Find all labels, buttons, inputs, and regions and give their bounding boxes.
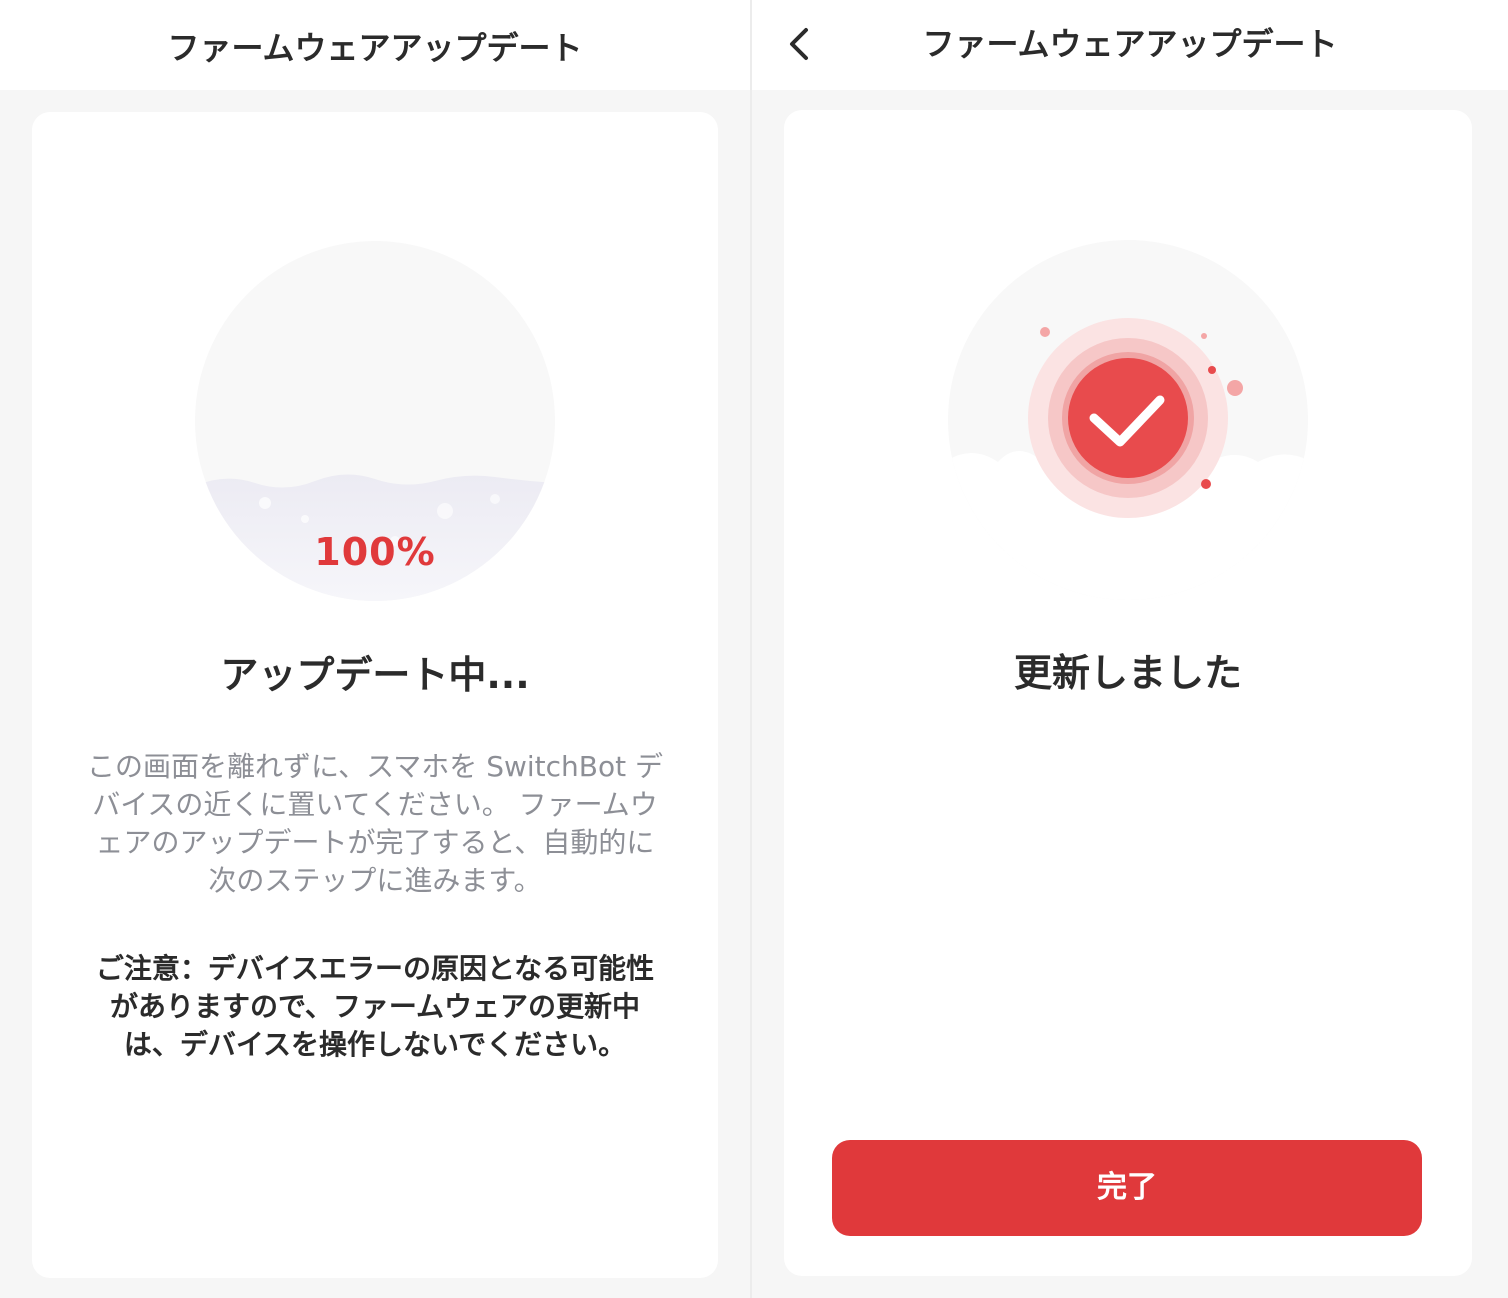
progress-percent: 100% bbox=[314, 530, 436, 574]
screens-container: ファームウェアアップデート 100% アップデート中... この画面を離れずに、… bbox=[0, 0, 1508, 1298]
complete-card: 更新しました 完了 bbox=[784, 110, 1472, 1276]
update-card: 100% アップデート中... この画面を離れずに、スマホを SwitchBot… bbox=[32, 112, 718, 1278]
page-title: ファームウェアアップデート bbox=[922, 25, 1338, 63]
instruction-text: この画面を離れずに、スマホを SwitchBot デバイスの近くに置いてください… bbox=[86, 750, 663, 897]
updating-screen: ファームウェアアップデート 100% アップデート中... この画面を離れずに、… bbox=[0, 0, 750, 1298]
complete-screen: ファームウェアアップデート 更新しました 完了 bbox=[752, 0, 1508, 1298]
success-illustration bbox=[948, 240, 1308, 600]
done-button[interactable]: 完了 bbox=[832, 1140, 1422, 1236]
status-title: 更新しました bbox=[1013, 651, 1242, 695]
nav-bar: ファームウェアアップデート bbox=[752, 0, 1508, 90]
check-circle bbox=[1068, 358, 1188, 478]
warning-text: ご注意：デバイスエラーの原因となる可能性がありますので、ファームウェアの更新中は… bbox=[95, 952, 655, 1061]
nav-bar: ファームウェアアップデート bbox=[0, 0, 750, 90]
page-title: ファームウェアアップデート bbox=[167, 29, 583, 67]
status-title: アップデート中... bbox=[220, 653, 530, 697]
